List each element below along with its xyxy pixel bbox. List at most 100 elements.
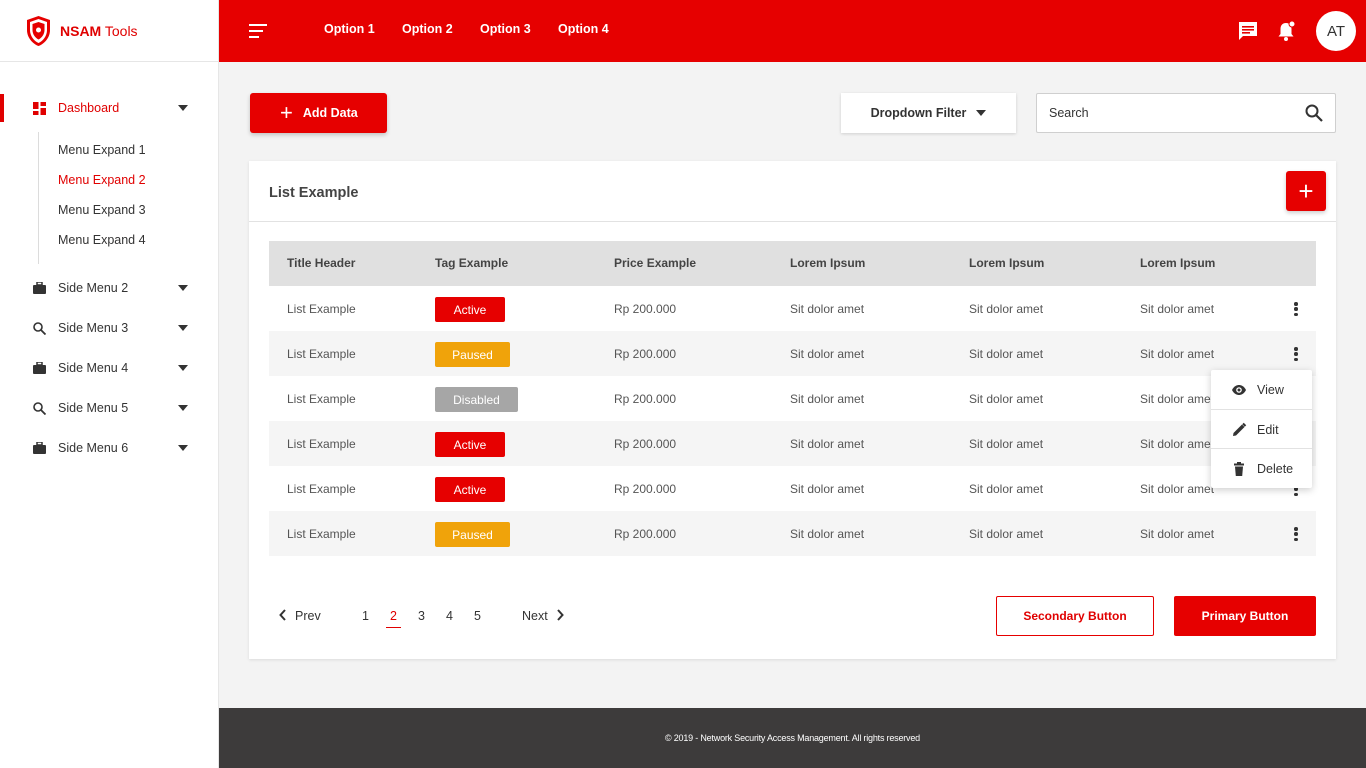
- primary-button[interactable]: Primary Button: [1174, 596, 1316, 636]
- eye-icon: [1232, 384, 1246, 395]
- row-action-menu: View Edit Delete: [1211, 370, 1312, 488]
- card-title: List Example: [269, 185, 359, 201]
- cell-text: Sit dolor amet: [790, 302, 865, 316]
- notification-bell-icon[interactable]: [1275, 20, 1297, 42]
- sidebar-item-side-menu-2[interactable]: Side Menu 2: [0, 268, 219, 308]
- chevron-down-icon: [178, 405, 188, 411]
- chevron-left-icon: [279, 609, 286, 621]
- status-badge: Paused: [435, 522, 510, 547]
- sidebar-item-label: Side Menu 6: [58, 441, 129, 455]
- status-badge: Disabled: [435, 387, 518, 412]
- shield-logo-icon: [27, 15, 50, 46]
- briefcase-icon: [32, 441, 46, 455]
- page-number[interactable]: 4: [446, 609, 453, 623]
- cell-text: Sit dolor amet: [790, 392, 865, 406]
- menu-item-edit[interactable]: Edit: [1211, 410, 1312, 449]
- column-header[interactable]: Tag Example: [435, 256, 508, 270]
- dashboard-icon: [32, 101, 46, 115]
- table-row: List Example Paused Rp 200.000 Sit dolor…: [269, 331, 1316, 376]
- page-number[interactable]: 3: [418, 609, 425, 623]
- status-badge: Paused: [435, 342, 510, 367]
- user-avatar[interactable]: AT: [1316, 11, 1356, 51]
- menu-item-delete[interactable]: Delete: [1211, 449, 1312, 488]
- column-header[interactable]: Title Header: [287, 256, 355, 270]
- table-row: List Example Paused Rp 200.000 Sit dolor…: [269, 511, 1316, 556]
- sidebar-item-label: Side Menu 5: [58, 401, 129, 415]
- page-number[interactable]: 1: [362, 609, 369, 623]
- divider: [249, 221, 1336, 222]
- column-header[interactable]: Lorem Ipsum: [1140, 256, 1215, 270]
- cell-price: Rp 200.000: [614, 527, 677, 541]
- page-number-current[interactable]: 2: [386, 609, 401, 628]
- chevron-down-icon: [178, 365, 188, 371]
- cell-price: Rp 200.000: [614, 392, 677, 406]
- cell-title: List Example: [287, 392, 356, 406]
- sidebar-subitem-4[interactable]: Menu Expand 4: [58, 233, 146, 247]
- chevron-down-icon: [178, 445, 188, 451]
- menu-toggle-icon[interactable]: [249, 24, 267, 38]
- cell-text: Sit dolor amet: [969, 392, 1044, 406]
- list-card: List Example + Title Header Tag Example …: [249, 161, 1336, 659]
- chevron-down-icon: [178, 325, 188, 331]
- nav-option-2[interactable]: Option 2: [402, 22, 453, 36]
- menu-item-view[interactable]: View: [1211, 370, 1312, 409]
- sidebar-item-side-menu-5[interactable]: Side Menu 5: [0, 388, 219, 428]
- cell-price: Rp 200.000: [614, 347, 677, 361]
- sidebar-subitem-3[interactable]: Menu Expand 3: [58, 203, 146, 217]
- cell-text: Sit dolor amet: [790, 527, 865, 541]
- cell-text: Sit dolor amet: [1140, 302, 1215, 316]
- cell-text: Sit dolor amet: [790, 437, 865, 451]
- sidebar-item-dashboard[interactable]: Dashboard: [0, 88, 219, 128]
- more-vertical-icon[interactable]: [1292, 345, 1300, 363]
- plus-icon: +: [280, 100, 293, 125]
- briefcase-icon: [32, 361, 46, 375]
- table-row: List Example Active Rp 200.000 Sit dolor…: [269, 466, 1316, 511]
- search-input[interactable]: [1049, 94, 1289, 132]
- prev-page-button[interactable]: Prev: [279, 609, 321, 623]
- chevron-down-icon: [178, 285, 188, 291]
- table-row: List Example Active Rp 200.000 Sit dolor…: [269, 421, 1316, 466]
- sidebar-item-side-menu-4[interactable]: Side Menu 4: [0, 348, 219, 388]
- next-page-button[interactable]: Next: [522, 609, 564, 623]
- sidebar-item-label: Side Menu 4: [58, 361, 129, 375]
- nav-option-1[interactable]: Option 1: [324, 22, 375, 36]
- nav-option-4[interactable]: Option 4: [558, 22, 609, 36]
- column-header[interactable]: Lorem Ipsum: [790, 256, 865, 270]
- cell-title: List Example: [287, 302, 356, 316]
- cell-text: Sit dolor amet: [1140, 527, 1215, 541]
- sidebar-subitem-2[interactable]: Menu Expand 2: [58, 173, 146, 187]
- more-vertical-icon[interactable]: [1292, 300, 1300, 318]
- sidebar-item-side-menu-3[interactable]: Side Menu 3: [0, 308, 219, 348]
- cell-title: List Example: [287, 437, 356, 451]
- dropdown-filter[interactable]: Dropdown Filter: [841, 93, 1016, 133]
- cell-text: Sit dolor amet: [1140, 347, 1215, 361]
- sidebar-subitem-1[interactable]: Menu Expand 1: [58, 143, 146, 157]
- cell-price: Rp 200.000: [614, 302, 677, 316]
- sidebar-item-label: Side Menu 3: [58, 321, 129, 335]
- submenu-line: [38, 132, 39, 264]
- secondary-button[interactable]: Secondary Button: [996, 596, 1154, 636]
- message-icon[interactable]: [1237, 20, 1259, 42]
- table-row: List Example Active Rp 200.000 Sit dolor…: [269, 286, 1316, 331]
- search-icon[interactable]: [1305, 104, 1323, 122]
- sidebar-item-label: Dashboard: [58, 101, 120, 115]
- page-number[interactable]: 5: [474, 609, 481, 623]
- column-header[interactable]: Price Example: [614, 256, 696, 270]
- sidebar-item-side-menu-6[interactable]: Side Menu 6: [0, 428, 219, 468]
- top-navbar: Option 1 Option 2 Option 3 Option 4 AT: [219, 0, 1366, 62]
- table-row: List Example Disabled Rp 200.000 Sit dol…: [269, 376, 1316, 421]
- search-icon: [32, 401, 46, 415]
- logo[interactable]: NSAM Tools: [0, 0, 218, 62]
- status-badge: Active: [435, 477, 505, 502]
- sidebar-item-label: Side Menu 2: [58, 281, 129, 295]
- brand-name: NSAM Tools: [60, 22, 138, 39]
- nav-option-3[interactable]: Option 3: [480, 22, 531, 36]
- copyright-text: © 2019 - Network Security Access Managem…: [665, 733, 920, 743]
- column-header[interactable]: Lorem Ipsum: [969, 256, 1044, 270]
- status-badge: Active: [435, 432, 505, 457]
- chevron-down-icon: [976, 110, 987, 116]
- more-vertical-icon[interactable]: [1292, 525, 1300, 543]
- add-data-button[interactable]: + Add Data: [250, 93, 387, 133]
- search-box: [1036, 93, 1336, 133]
- add-item-button[interactable]: +: [1286, 171, 1326, 211]
